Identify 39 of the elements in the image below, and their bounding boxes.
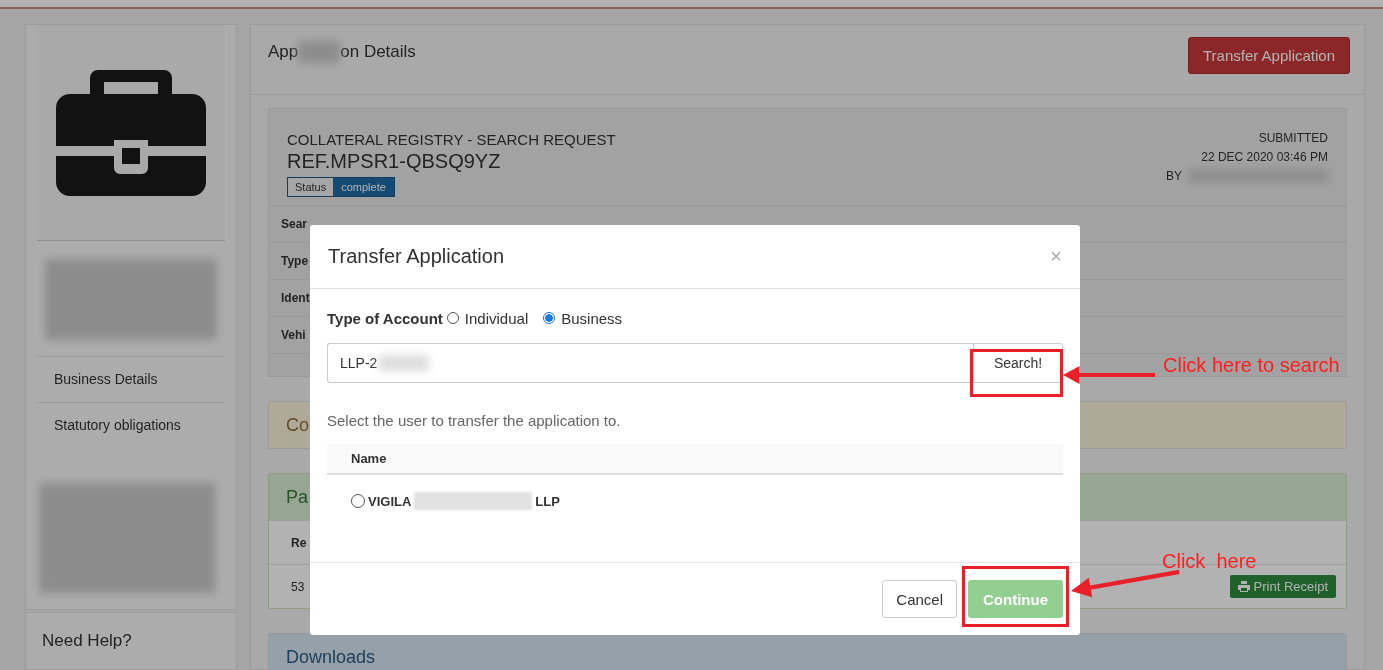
radio-option[interactable]: Individual	[446, 309, 529, 327]
submitted-date: 22 DEC 2020 03:46 PM	[1201, 150, 1328, 164]
annotation-text: Click here to search	[1163, 354, 1340, 377]
table-cell: 53	[291, 579, 305, 594]
printer-icon	[1237, 581, 1250, 592]
submitted-label: SUBMITTED	[1258, 131, 1328, 145]
hint-text: Select the user to transfer the application to.	[327, 412, 622, 429]
page-title: App	[268, 42, 299, 62]
cancel-button[interactable]: Cancel	[882, 580, 957, 618]
section-title: Downloads	[286, 647, 376, 667]
annotation-text: Click here	[1162, 550, 1257, 573]
table-header: Name	[327, 444, 1063, 475]
help-title: Need Help?	[42, 631, 132, 650]
status-label: Status	[288, 178, 334, 196]
account-type-label: Type of Account	[327, 309, 443, 327]
arrow-icon	[1063, 365, 1155, 385]
radio-option[interactable]: Business	[543, 309, 623, 327]
blurred-block	[298, 41, 341, 63]
sidebar-item[interactable]: Business Details	[37, 356, 225, 402]
transfer-button[interactable]: Transfer Application	[1188, 37, 1350, 74]
field-label: Ident	[281, 291, 310, 305]
search-field[interactable]: LLP-2	[327, 343, 973, 383]
user-name: LLP	[535, 493, 560, 509]
by-label: BY	[1166, 169, 1182, 183]
field-label: Type	[281, 254, 309, 268]
request-category: COLLATERAL REGISTRY - SEARCH REQUEST	[287, 131, 616, 148]
section-title: Co	[286, 415, 309, 435]
section-title: Pa	[286, 487, 309, 507]
column-header: Re	[291, 535, 307, 550]
page-title: on Details	[340, 42, 416, 62]
status-value: complete	[333, 178, 394, 196]
dialog-title: Transfer Application	[328, 245, 504, 268]
user-name: VIGILA	[368, 493, 412, 509]
briefcase-icon	[56, 69, 206, 196]
field-label: Vehi	[281, 328, 306, 342]
sidebar-item[interactable]: Statutory obligations	[37, 402, 225, 448]
reference-number: REF.MPSR1-QBSQ9YZ	[287, 150, 502, 173]
field-label: Sear	[281, 217, 308, 231]
print-receipt-button[interactable]: Print Receipt	[1229, 575, 1336, 598]
